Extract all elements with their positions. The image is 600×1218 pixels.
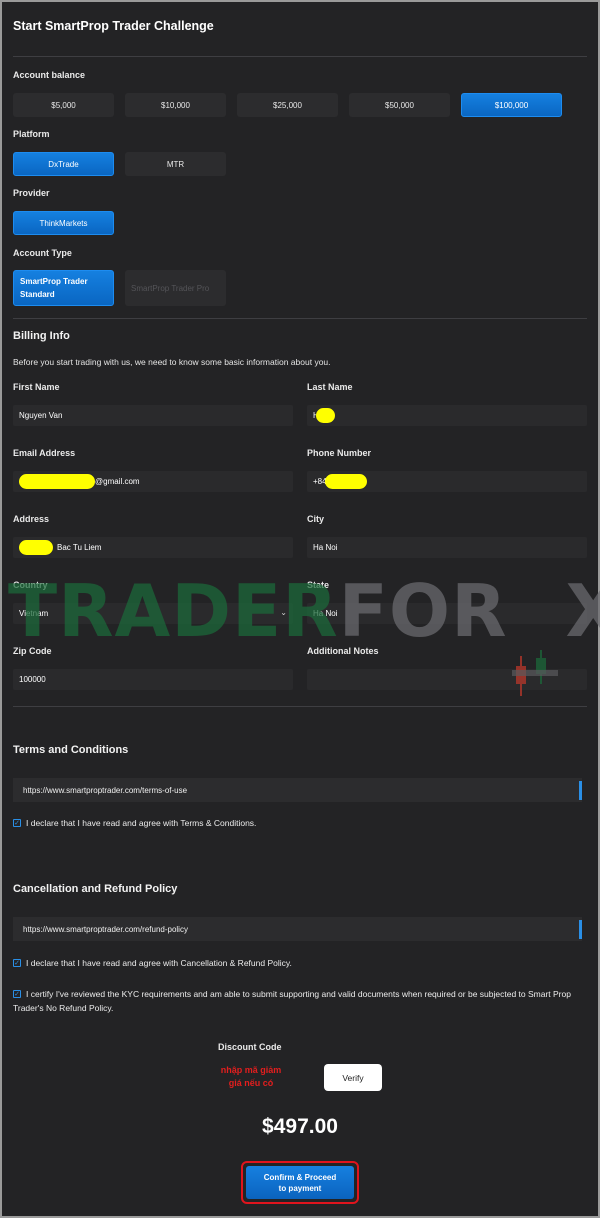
discount-label: Discount Code	[218, 1042, 282, 1052]
balance-option-5000[interactable]: $5,000	[13, 93, 114, 117]
email-value: @gmail.com	[95, 477, 140, 486]
refund-agree-text: I declare that I have read and agree wit…	[26, 958, 292, 968]
divider	[13, 56, 587, 57]
first-name-value: Nguyen Van	[19, 411, 63, 420]
account-type-pro[interactable]: SmartProp Trader Pro	[125, 270, 226, 306]
redaction-mark	[19, 540, 53, 555]
first-name-field[interactable]: Nguyen Van	[13, 405, 293, 426]
notes-field[interactable]	[307, 669, 587, 690]
country-select[interactable]: Vietnam ⌄	[13, 603, 293, 624]
terms-url: https://www.smartproptrader.com/terms-of…	[23, 785, 188, 795]
last-name-label: Last Name	[307, 382, 353, 392]
kyc-text: I certify I've reviewed the KYC requirem…	[13, 989, 571, 1013]
platform-label: Platform	[13, 129, 50, 139]
provider-label: Provider	[13, 188, 50, 198]
refund-url-box[interactable]: https://www.smartproptrader.com/refund-p…	[13, 917, 582, 941]
account-type-label: Account Type	[13, 248, 72, 258]
state-field[interactable]: Ha Noi	[307, 603, 587, 624]
refund-checkbox-row[interactable]: ✓ I declare that I have read and agree w…	[13, 958, 292, 968]
terms-agree-text: I declare that I have read and agree wit…	[26, 818, 257, 828]
redaction-mark	[324, 474, 367, 489]
checkbox-checked-icon[interactable]: ✓	[13, 819, 21, 827]
state-value: Ha Noi	[313, 609, 338, 618]
email-field[interactable]: @gmail.com	[13, 471, 293, 492]
scrollbar[interactable]	[579, 920, 582, 939]
confirm-label: Confirm & Proceed to payment	[263, 1172, 337, 1193]
zip-value: 100000	[19, 675, 46, 684]
page-title: Start SmartProp Trader Challenge	[13, 19, 214, 33]
divider	[13, 706, 587, 707]
account-balance-label: Account balance	[13, 70, 86, 80]
phone-label: Phone Number	[307, 448, 372, 458]
city-label: City	[307, 514, 325, 524]
platform-option-mtr[interactable]: MTR	[125, 152, 226, 176]
state-label: State	[307, 580, 330, 590]
email-label: Email Address	[13, 448, 76, 458]
checkbox-checked-icon[interactable]: ✓	[13, 959, 21, 967]
billing-title: Billing Info	[13, 330, 70, 342]
redaction-mark	[315, 408, 335, 423]
country-label: Country	[13, 580, 48, 590]
verify-button[interactable]: Verify	[324, 1064, 382, 1091]
city-value: Ha Noi	[313, 543, 338, 552]
balance-option-10000[interactable]: $10,000	[125, 93, 226, 117]
phone-field[interactable]: +84	[307, 471, 587, 492]
confirm-proceed-button[interactable]: Confirm & Proceed to payment	[246, 1166, 354, 1199]
terms-url-box[interactable]: https://www.smartproptrader.com/terms-of…	[13, 778, 582, 802]
zip-field[interactable]: 100000	[13, 669, 293, 690]
last-name-field[interactable]: H	[307, 405, 587, 426]
zip-label: Zip Code	[13, 646, 52, 656]
discount-annotation: nhập mã giảm giá nếu có	[220, 1065, 282, 1088]
billing-description: Before you start trading with us, we nee…	[13, 357, 331, 367]
refund-title: Cancellation and Refund Policy	[13, 883, 178, 895]
country-value: Vietnam	[19, 609, 49, 618]
redaction-mark	[19, 474, 95, 489]
balance-option-100000[interactable]: $100,000	[461, 93, 562, 117]
total-price: $497.00	[262, 1115, 338, 1138]
city-field[interactable]: Ha Noi	[307, 537, 587, 558]
address-field[interactable]: Bac Tu Liem	[13, 537, 293, 558]
platform-option-dxtrade[interactable]: DxTrade	[13, 152, 114, 176]
provider-option-thinkmarkets[interactable]: ThinkMarkets	[13, 211, 114, 235]
address-label: Address	[13, 514, 50, 524]
address-value: Bac Tu Liem	[57, 543, 102, 552]
scrollbar[interactable]	[579, 781, 582, 800]
terms-checkbox-row[interactable]: ✓ I declare that I have read and agree w…	[13, 818, 256, 828]
chevron-down-icon: ⌄	[280, 608, 287, 617]
notes-label: Additional Notes	[307, 646, 379, 656]
balance-option-25000[interactable]: $25,000	[237, 93, 338, 117]
balance-option-50000[interactable]: $50,000	[349, 93, 450, 117]
kyc-checkbox-row[interactable]: ✓ I certify I've reviewed the KYC requir…	[13, 987, 587, 1015]
terms-title: Terms and Conditions	[13, 744, 129, 756]
first-name-label: First Name	[13, 382, 60, 392]
divider	[13, 318, 587, 319]
confirm-highlight: Confirm & Proceed to payment	[241, 1161, 359, 1204]
account-type-standard[interactable]: SmartProp Trader Standard	[13, 270, 114, 306]
refund-url: https://www.smartproptrader.com/refund-p…	[23, 924, 188, 934]
